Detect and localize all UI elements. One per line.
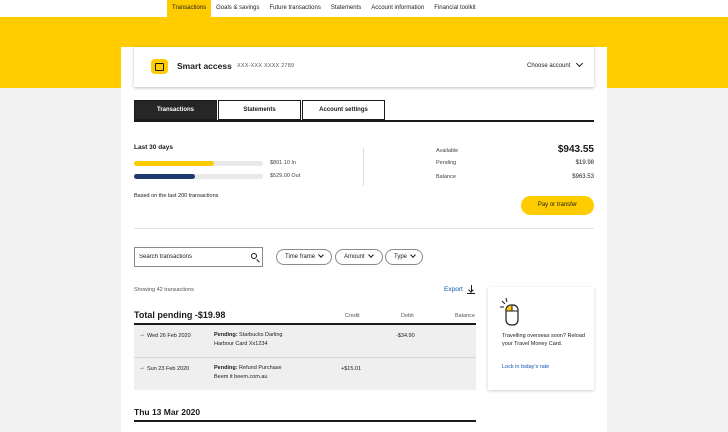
credit-amount: +$15.01 (341, 366, 362, 372)
available-label: Available (436, 148, 459, 154)
date-group-divider (134, 420, 476, 422)
balance-value: $963.53 (572, 174, 594, 180)
nav-tab-future-transactions[interactable]: Future transactions (264, 0, 325, 17)
search-icon[interactable] (251, 253, 257, 259)
account-selector[interactable]: Smart access XXX-XXX XXXX 2789 Choose ac… (134, 47, 594, 87)
type-filter[interactable]: Type (385, 249, 423, 265)
amount-filter[interactable]: Amount (335, 249, 383, 265)
search-field[interactable] (134, 247, 263, 267)
arrow-right-icon: → (139, 332, 145, 338)
transaction-date: Wed 26 Feb 2020 (147, 333, 191, 339)
summary-divider (363, 148, 364, 186)
period-heading: Last 30 days (134, 144, 174, 151)
pay-or-transfer-button[interactable]: Pay or transfer (521, 196, 594, 215)
nav-tab-account-information[interactable]: Account information (366, 0, 429, 17)
nav-tab-financial-toolkit[interactable]: Financial toolkit (429, 0, 480, 17)
money-out-bar (134, 174, 263, 179)
amount-label: Amount (344, 254, 365, 260)
pending-value: $19.98 (575, 160, 594, 166)
date-group-heading: Thu 13 Mar 2020 (134, 407, 201, 417)
promo-text: Travelling overseas soon? Reload your Tr… (502, 333, 585, 347)
transaction-description: Pending: Refund Purchase Beem it beem.co… (214, 364, 282, 382)
chevron-down-icon (410, 252, 416, 258)
balance-label: Balance (436, 174, 456, 180)
pending-prefix: Pending: (214, 332, 238, 338)
time-frame-filter[interactable]: Time frame (276, 249, 332, 265)
money-out-label: $529.00 Out (270, 173, 301, 179)
pending-total-heading: Total pending -$19.98 (134, 310, 226, 320)
tab-account-settings[interactable]: Account settings (302, 100, 385, 120)
column-debit: Debit (401, 313, 414, 319)
chevron-down-icon (368, 252, 374, 258)
arrow-right-icon: → (139, 365, 145, 371)
account-name: Smart access (177, 61, 232, 71)
time-frame-label: Time frame (285, 254, 316, 260)
nav-tab-statements[interactable]: Statements (326, 0, 366, 17)
pending-prefix: Pending: (214, 365, 238, 371)
type-label: Type (394, 254, 408, 260)
pending-label: Pending (436, 160, 457, 166)
money-in-bar (134, 161, 263, 166)
nav-tab-goals-savings[interactable]: Goals & savings (211, 0, 264, 17)
wallet-icon (151, 59, 168, 74)
nav-tab-transactions[interactable]: Transactions (167, 0, 212, 17)
lock-in-rate-link[interactable]: Lock in today's rate (502, 364, 549, 370)
search-input[interactable] (135, 248, 245, 266)
account-number: XXX-XXX XXXX 2789 (237, 63, 295, 69)
transaction-description: Pending: Starbucks Darling Harbour Card … (214, 331, 282, 349)
tab-statements[interactable]: Statements (218, 100, 301, 120)
available-value: $943.55 (557, 144, 594, 155)
description-line-2: Harbour Card Xx1234 (214, 341, 268, 347)
chevron-down-icon (318, 252, 324, 258)
travel-money-promo: Travelling overseas soon? Reload your Tr… (488, 287, 594, 390)
description-line-1: Starbucks Darling (237, 332, 283, 338)
money-out-bar-fill (134, 174, 195, 179)
description-line-2: Beem it beem.com.au (214, 374, 268, 380)
money-in-bar-fill (134, 161, 214, 166)
column-credit: Credit (345, 313, 360, 319)
top-nav: Transactions Goals & savings Future tran… (0, 0, 728, 17)
money-in-label: $801.10 In (270, 160, 296, 166)
transaction-date: Sun 23 Feb 2020 (147, 366, 190, 372)
section-divider (134, 228, 594, 229)
column-balance: Balance (455, 313, 475, 319)
table-row[interactable]: → Wed 26 Feb 2020 Pending: Starbucks Dar… (134, 325, 476, 357)
tabs-divider (134, 120, 594, 122)
description-line-1: Refund Purchase (237, 365, 282, 371)
tab-transactions[interactable]: Transactions (134, 100, 217, 120)
travel-card-icon (500, 297, 519, 326)
transaction-count: Showing 42 transactions (134, 287, 194, 293)
table-row[interactable]: → Sun 23 Feb 2020 Pending: Refund Purcha… (134, 358, 476, 390)
debit-amount: -$34.90 (396, 333, 415, 339)
based-on-note: Based on the last 200 transactions (134, 193, 219, 199)
chevron-down-icon[interactable] (575, 59, 584, 68)
choose-account-label[interactable]: Choose account (527, 63, 570, 69)
export-link[interactable]: Export (444, 286, 463, 293)
